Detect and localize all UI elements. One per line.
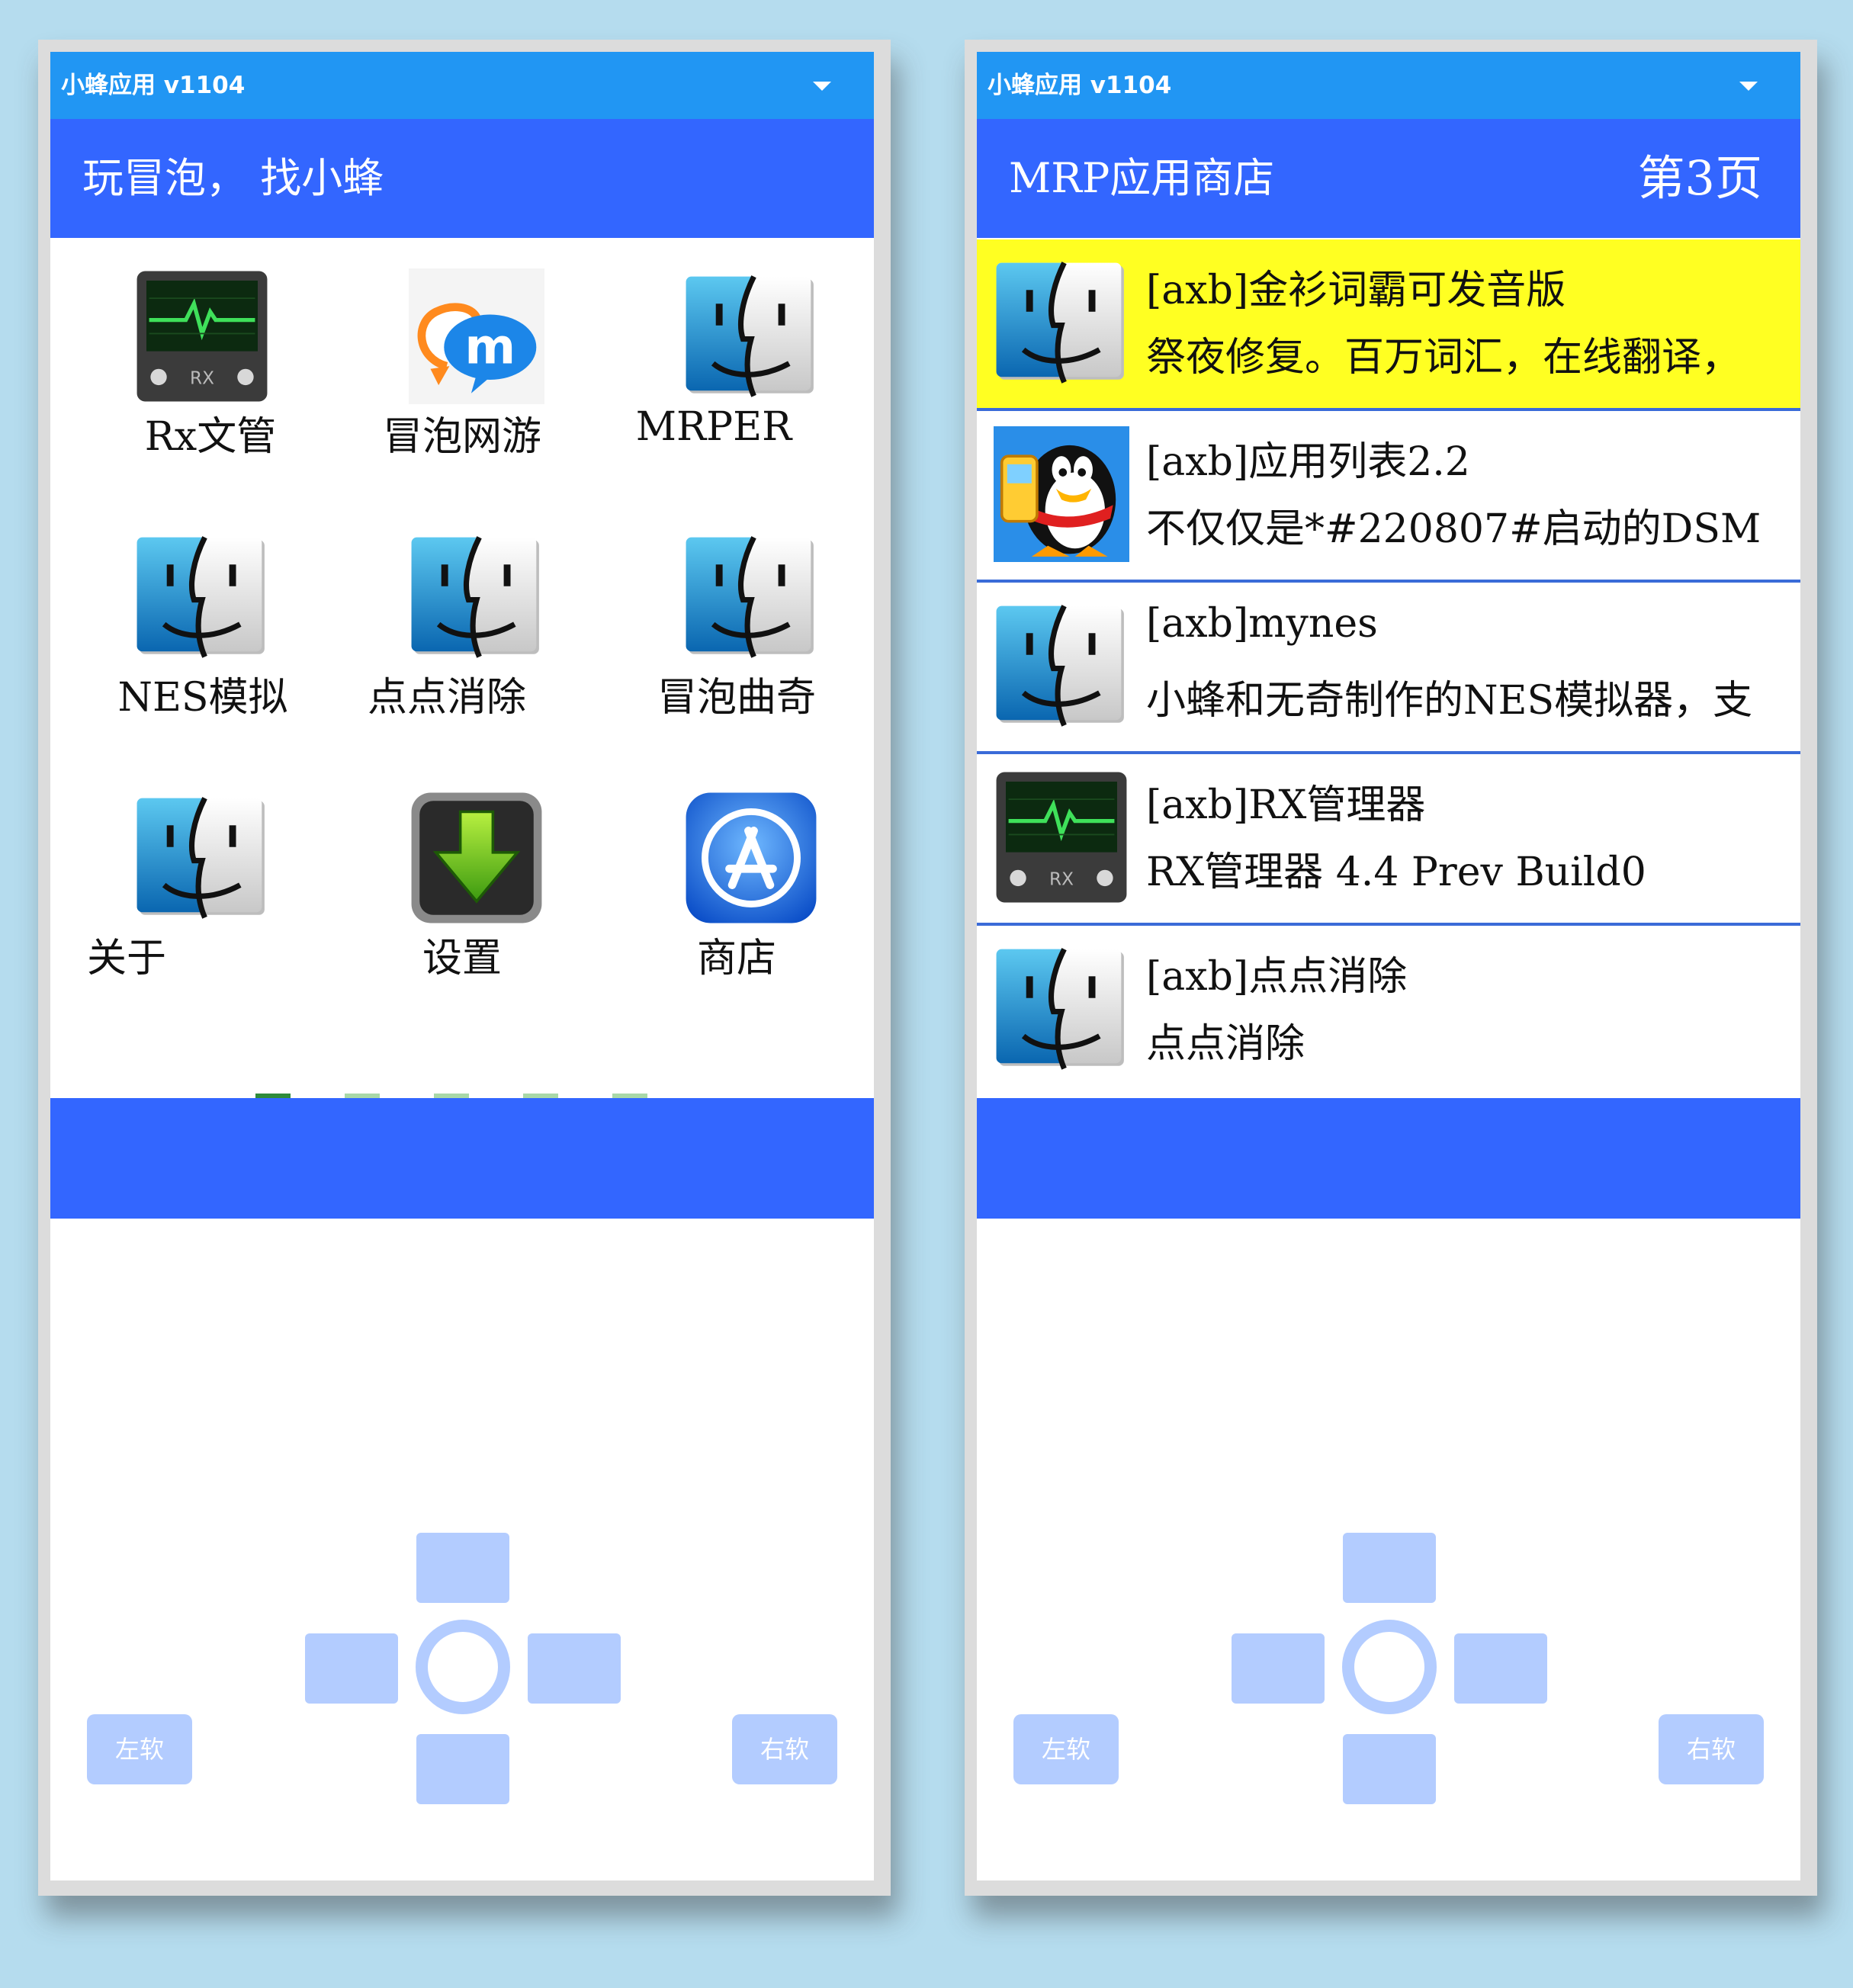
finder-face-icon bbox=[134, 790, 270, 926]
dpad-right-button[interactable] bbox=[1454, 1633, 1547, 1704]
app-label: 商店 bbox=[696, 936, 776, 981]
finder-face-icon bbox=[683, 529, 819, 665]
download-arrow-icon bbox=[409, 790, 544, 926]
dropdown-arrow-icon[interactable] bbox=[1739, 82, 1758, 91]
dropdown-arrow-icon[interactable] bbox=[813, 82, 831, 91]
app-label: Rx文管 bbox=[144, 414, 277, 460]
app-mrper[interactable]: MRPER bbox=[599, 238, 874, 499]
screen-left: 小蜂应用 v1104 玩冒泡， 找小蜂 Rx文管 冒泡网游 MRPER NES模… bbox=[50, 52, 874, 1880]
titlebar: 小蜂应用 v1104 bbox=[977, 52, 1800, 119]
dpad-ok-button[interactable] bbox=[1342, 1620, 1437, 1714]
finder-face-icon bbox=[409, 529, 544, 665]
dpad-up-button[interactable] bbox=[416, 1533, 509, 1603]
app-grid: Rx文管 冒泡网游 MRPER NES模拟 点点消除 冒泡曲奇 关于 设置 商店 bbox=[50, 238, 874, 1148]
header-title: 玩冒泡， 找小蜂 bbox=[82, 154, 384, 202]
mopo-chat-icon bbox=[409, 268, 544, 404]
phone-right: 小蜂应用 v1104 MRP应用商店 第3页 [axb]金衫词霸可发音版 祭夜修… bbox=[965, 40, 1817, 1896]
app-mopo-cookie[interactable]: 冒泡曲奇 bbox=[599, 499, 874, 760]
bottom-bar bbox=[50, 1098, 874, 1219]
item-desc: 不仅仅是*#220807#启动的DSM bbox=[1146, 506, 1761, 552]
app-label: 关于 bbox=[86, 936, 166, 981]
item-title: [axb]金衫词霸可发音版 bbox=[1146, 268, 1566, 313]
app-store[interactable]: 商店 bbox=[599, 760, 874, 1020]
dpad-left-button[interactable] bbox=[305, 1633, 398, 1704]
item-title: [axb]点点消除 bbox=[1146, 954, 1408, 1000]
app-label: MRPER bbox=[635, 404, 792, 450]
list-item[interactable]: [axb]mynes 小蜂和无奇制作的NES模拟器，支 bbox=[977, 583, 1800, 754]
item-title: [axb]RX管理器 bbox=[1146, 782, 1426, 828]
dpad-left-button[interactable] bbox=[1232, 1633, 1325, 1704]
finder-face-icon bbox=[683, 268, 819, 404]
header: MRP应用商店 第3页 bbox=[977, 119, 1800, 238]
dpad-down-button[interactable] bbox=[1343, 1734, 1436, 1804]
right-soft-button[interactable]: 右软 bbox=[1659, 1714, 1764, 1784]
header-title: MRP应用商店 bbox=[1009, 154, 1275, 202]
item-desc: 点点消除 bbox=[1146, 1021, 1305, 1067]
dpad-up-button[interactable] bbox=[1343, 1533, 1436, 1603]
app-label: 设置 bbox=[422, 936, 502, 981]
item-desc: 祭夜修复。百万词汇，在线翻译， bbox=[1146, 335, 1742, 381]
app-title: 小蜂应用 v1104 bbox=[61, 72, 246, 99]
app-label: NES模拟 bbox=[117, 675, 288, 721]
list-item[interactable]: [axb]应用列表2.2 不仅仅是*#220807#启动的DSM bbox=[977, 411, 1800, 583]
dpad-right-button[interactable] bbox=[528, 1633, 621, 1704]
item-desc: RX管理器 4.4 Prev Build0 bbox=[1146, 849, 1646, 895]
titlebar: 小蜂应用 v1104 bbox=[50, 52, 874, 119]
page-number: 第3页 bbox=[1637, 150, 1762, 206]
finder-face-icon bbox=[994, 255, 1129, 390]
finder-face-icon bbox=[134, 529, 270, 665]
app-title: 小蜂应用 v1104 bbox=[988, 72, 1172, 99]
app-label: 冒泡网游 bbox=[382, 414, 541, 460]
rx-monitor-icon bbox=[134, 268, 270, 404]
item-title: [axb]应用列表2.2 bbox=[1146, 439, 1470, 485]
right-soft-button[interactable]: 右软 bbox=[732, 1714, 837, 1784]
bottom-bar bbox=[977, 1098, 1800, 1219]
app-store-icon bbox=[683, 790, 819, 926]
list-item[interactable]: [axb]点点消除 点点消除 bbox=[977, 926, 1800, 1094]
app-rx-file-manager[interactable]: Rx文管 bbox=[50, 238, 325, 499]
app-label: 冒泡曲奇 bbox=[657, 675, 816, 721]
finder-face-icon bbox=[994, 598, 1129, 734]
app-mopo-online[interactable]: 冒泡网游 bbox=[325, 238, 599, 499]
finder-face-icon bbox=[994, 941, 1129, 1077]
item-desc: 小蜂和无奇制作的NES模拟器，支 bbox=[1146, 678, 1753, 724]
qq-penguin-icon bbox=[994, 426, 1129, 562]
app-label: 点点消除 bbox=[367, 675, 526, 721]
screen-right: 小蜂应用 v1104 MRP应用商店 第3页 [axb]金衫词霸可发音版 祭夜修… bbox=[977, 52, 1800, 1880]
app-settings[interactable]: 设置 bbox=[325, 760, 599, 1020]
list-item[interactable]: [axb]金衫词霸可发音版 祭夜修复。百万词汇，在线翻译， bbox=[977, 239, 1800, 411]
left-soft-button[interactable]: 左软 bbox=[87, 1714, 192, 1784]
dpad-ok-button[interactable] bbox=[416, 1620, 510, 1714]
header: 玩冒泡， 找小蜂 bbox=[50, 119, 874, 238]
app-nes-emulator[interactable]: NES模拟 bbox=[50, 499, 325, 760]
left-soft-button[interactable]: 左软 bbox=[1013, 1714, 1119, 1784]
phone-left: 小蜂应用 v1104 玩冒泡， 找小蜂 Rx文管 冒泡网游 MRPER NES模… bbox=[38, 40, 891, 1896]
app-about[interactable]: 关于 bbox=[50, 760, 325, 1020]
list-item[interactable]: [axb]RX管理器 RX管理器 4.4 Prev Build0 bbox=[977, 754, 1800, 926]
dpad-down-button[interactable] bbox=[416, 1734, 509, 1804]
item-title: [axb]mynes bbox=[1146, 601, 1378, 647]
rx-monitor-icon bbox=[994, 769, 1129, 905]
app-dot-eliminate[interactable]: 点点消除 bbox=[325, 499, 599, 760]
